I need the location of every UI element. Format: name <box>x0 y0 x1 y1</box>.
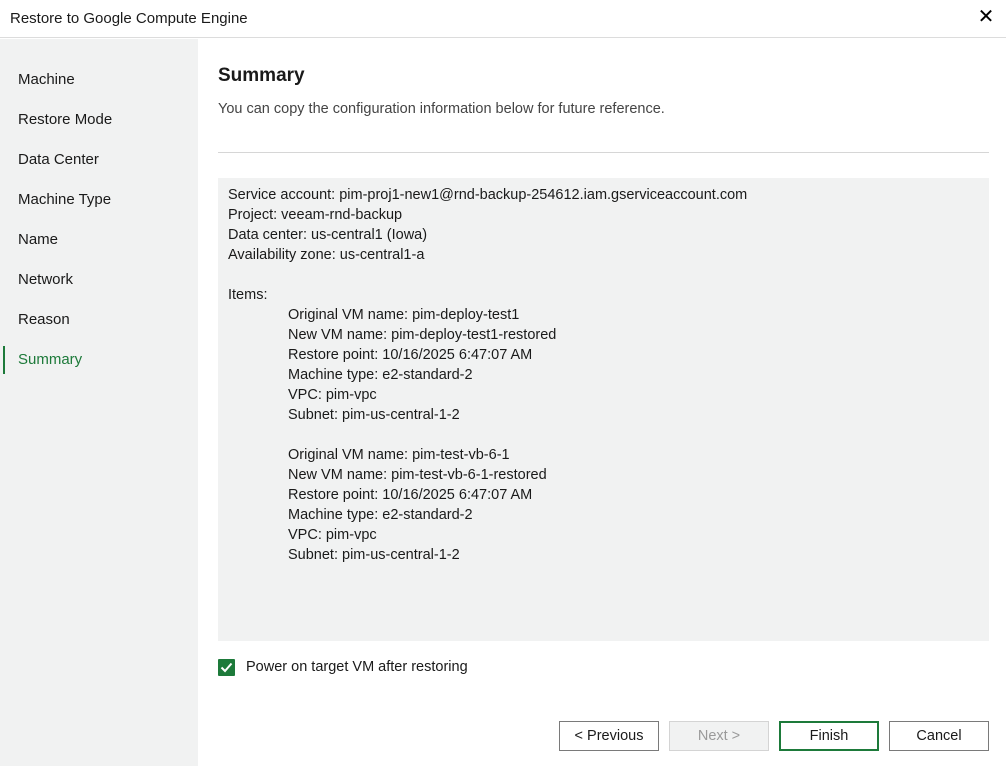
power-on-label: Power on target VM after restoring <box>246 659 468 675</box>
main-panel: Summary You can copy the configuration i… <box>198 39 1006 766</box>
cancel-button[interactable]: Cancel <box>889 721 989 751</box>
item-restore-point: Restore point: 10/16/2025 6:47:07 AM <box>288 487 533 503</box>
summary-availability-zone: Availability zone: us-central1-a <box>228 247 425 263</box>
next-button[interactable]: Next > <box>669 721 769 751</box>
sidebar-item-network[interactable]: Network <box>0 266 198 294</box>
item-original-vm: Original VM name: pim-deploy-test1 <box>288 307 520 323</box>
item-new-vm: New VM name: pim-test-vb-6-1-restored <box>288 467 547 483</box>
item-restore-point: Restore point: 10/16/2025 6:47:07 AM <box>288 347 533 363</box>
item-subnet: Subnet: pim-us-central-1-2 <box>288 547 460 563</box>
item-vpc: VPC: pim-vpc <box>288 387 377 403</box>
wizard-sidebar: Machine Restore Mode Data Center Machine… <box>0 39 198 766</box>
summary-project: Project: veeam-rnd-backup <box>228 207 403 223</box>
item-machine-type: Machine type: e2-standard-2 <box>288 367 473 383</box>
item-vpc: VPC: pim-vpc <box>288 527 377 543</box>
item-original-vm: Original VM name: pim-test-vb-6-1 <box>288 447 510 463</box>
summary-data-center: Data center: us-central1 (Iowa) <box>228 227 428 243</box>
power-on-checkbox[interactable] <box>218 658 235 676</box>
sidebar-item-summary[interactable]: Summary <box>0 346 198 374</box>
page-title: Summary <box>218 65 305 86</box>
power-on-checkbox-row[interactable]: Power on target VM after restoring <box>218 657 468 677</box>
item-machine-type: Machine type: e2-standard-2 <box>288 507 473 523</box>
title-bar: Restore to Google Compute Engine ✕ <box>0 0 1006 38</box>
summary-text-box[interactable]: Service account: pim-proj1-new1@rnd-back… <box>218 178 989 641</box>
item-new-vm: New VM name: pim-deploy-test1-restored <box>288 327 557 343</box>
previous-button[interactable]: < Previous <box>559 721 659 751</box>
sidebar-item-machine[interactable]: Machine <box>0 66 198 94</box>
divider <box>218 152 989 153</box>
summary-service-account: Service account: pim-proj1-new1@rnd-back… <box>228 187 748 203</box>
checkmark-icon <box>220 662 233 672</box>
sidebar-item-data-center[interactable]: Data Center <box>0 146 198 174</box>
sidebar-item-machine-type[interactable]: Machine Type <box>0 186 198 214</box>
sidebar-item-name[interactable]: Name <box>0 226 198 254</box>
item-subnet: Subnet: pim-us-central-1-2 <box>288 407 460 423</box>
page-subtitle: You can copy the configuration informati… <box>218 101 665 117</box>
sidebar-item-restore-mode[interactable]: Restore Mode <box>0 106 198 134</box>
close-icon[interactable]: ✕ <box>976 6 996 28</box>
sidebar-item-reason[interactable]: Reason <box>0 306 198 334</box>
summary-items-label: Items: <box>228 287 268 303</box>
window-title: Restore to Google Compute Engine <box>10 10 248 27</box>
finish-button[interactable]: Finish <box>779 721 879 751</box>
